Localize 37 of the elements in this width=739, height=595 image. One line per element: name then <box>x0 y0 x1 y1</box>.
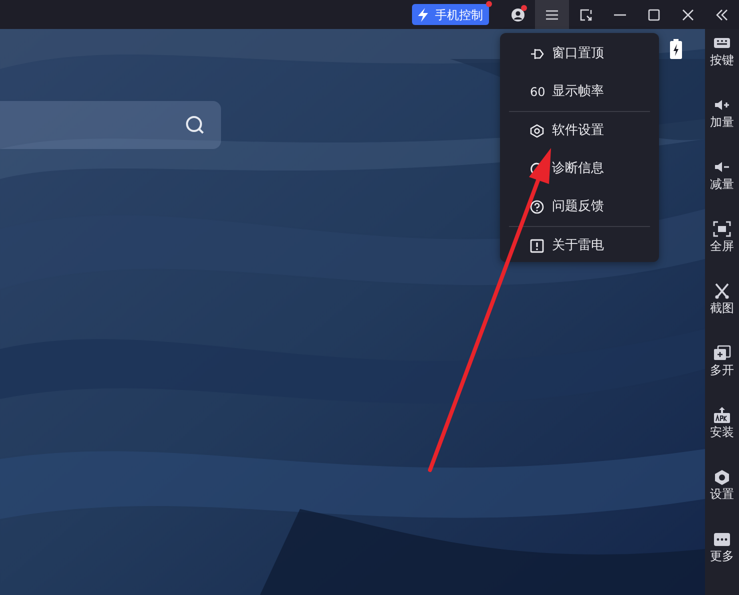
menu-button[interactable] <box>535 0 569 29</box>
toolbar-button[interactable]: 按键 <box>705 35 739 97</box>
battery-icon <box>670 38 682 59</box>
user-icon <box>511 8 525 22</box>
info-icon <box>530 239 544 253</box>
menu-icon <box>546 10 558 20</box>
menu-item[interactable]: 问题反馈 <box>500 188 659 226</box>
search-field[interactable] <box>0 101 221 149</box>
menu-item[interactable]: 关于雷电 <box>500 227 659 265</box>
more-icon <box>713 531 731 548</box>
pin-icon <box>530 47 544 61</box>
settings-icon <box>530 124 544 138</box>
screenshot-icon <box>580 8 592 20</box>
maximize-icon <box>648 8 660 20</box>
toolbar-button[interactable]: 全屏 <box>705 221 739 283</box>
toolbar-button[interactable]: 加量 <box>705 97 739 159</box>
search-icon[interactable] <box>185 115 205 135</box>
close-icon <box>682 8 694 20</box>
fullscreen-icon <box>713 221 731 238</box>
toolbar-button[interactable]: 更多 <box>705 531 739 593</box>
double-chevron-icon <box>716 8 728 20</box>
toolbar-button[interactable]: 安装 <box>705 407 739 469</box>
windows-icon <box>713 345 731 362</box>
apk-icon <box>713 407 731 424</box>
menu-item[interactable]: 软件设置 <box>500 112 659 150</box>
menu-item[interactable]: 60 显示帧率 <box>500 73 659 111</box>
fps-icon: 60 <box>530 83 544 101</box>
toolbar-button[interactable]: 设置 <box>705 469 739 531</box>
phone-control-button[interactable]: 手机控制 <box>412 4 489 25</box>
lightning-icon <box>416 6 430 22</box>
help-icon <box>530 200 544 214</box>
toolbar-button[interactable]: 截图 <box>705 283 739 345</box>
menu-item[interactable]: 窗口置顶 <box>500 35 659 73</box>
hexagon-nut-icon <box>713 469 731 486</box>
toolbar-button[interactable]: 减量 <box>705 159 739 221</box>
scissors-icon <box>713 283 731 300</box>
toolbar-button[interactable]: 多开 <box>705 345 739 407</box>
